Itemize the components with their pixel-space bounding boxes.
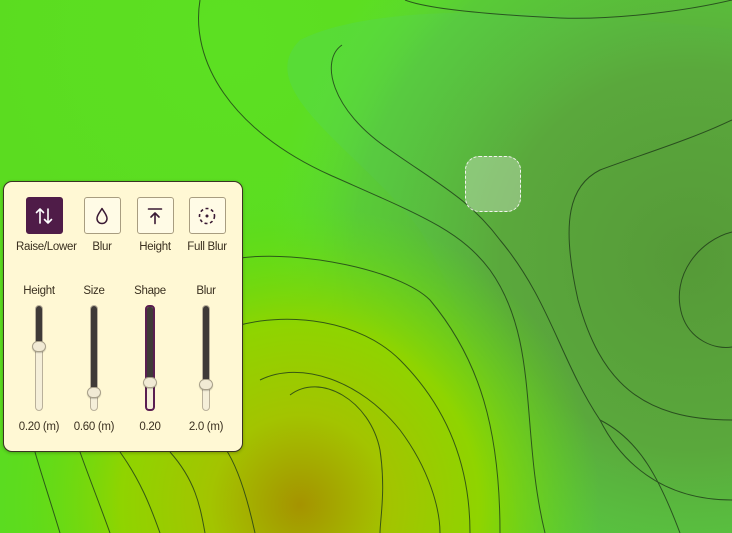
- size-slider[interactable]: [68, 305, 120, 413]
- slider-thumb[interactable]: [32, 341, 46, 353]
- slider-label: Blur: [196, 285, 216, 297]
- tool-full-blur[interactable]: Full Blur: [179, 197, 235, 253]
- full-blur-button[interactable]: [188, 197, 226, 234]
- tool-blur[interactable]: Blur: [74, 197, 130, 253]
- tool-height[interactable]: Height: [127, 197, 183, 253]
- slider-thumb[interactable]: [199, 379, 213, 391]
- slider-label: Shape: [134, 285, 166, 297]
- slider-size: Size 0.60 (m): [68, 285, 120, 433]
- slider-value: 0.20 (m): [18, 421, 60, 433]
- tool-label: Full Blur: [187, 241, 227, 253]
- raise-lower-button[interactable]: [25, 197, 63, 234]
- height-slider[interactable]: [13, 305, 65, 413]
- slider-label: Height: [23, 285, 55, 297]
- tool-raise-lower[interactable]: Raise/Lower: [16, 197, 77, 253]
- slider-blur: Blur 2.0 (m): [180, 285, 232, 433]
- slider-height: Height 0.20 (m): [13, 285, 65, 433]
- tool-label: Height: [139, 241, 171, 253]
- full-blur-icon: [198, 207, 216, 224]
- set-height-icon: [147, 207, 163, 224]
- slider-thumb[interactable]: [87, 386, 101, 398]
- slider-value: 0.20: [139, 421, 161, 433]
- slider-value: 0.60 (m): [73, 421, 115, 433]
- raise-lower-icon: [35, 207, 53, 224]
- slider-label: Size: [83, 285, 105, 297]
- droplet-icon: [96, 207, 108, 224]
- blur-button[interactable]: [83, 197, 121, 234]
- tool-label: Raise/Lower: [16, 241, 77, 253]
- slider-thumb[interactable]: [143, 377, 157, 389]
- blur-slider[interactable]: [180, 305, 232, 413]
- terrain-tools-panel: Raise/Lower Blur Height Full Blur Height: [3, 181, 243, 452]
- slider-shape: Shape 0.20: [124, 285, 176, 433]
- slider-value: 2.0 (m): [188, 421, 224, 433]
- height-button[interactable]: [136, 197, 174, 234]
- brush-cursor: [465, 156, 521, 212]
- shape-slider[interactable]: [124, 305, 176, 413]
- tool-label: Blur: [92, 241, 112, 253]
